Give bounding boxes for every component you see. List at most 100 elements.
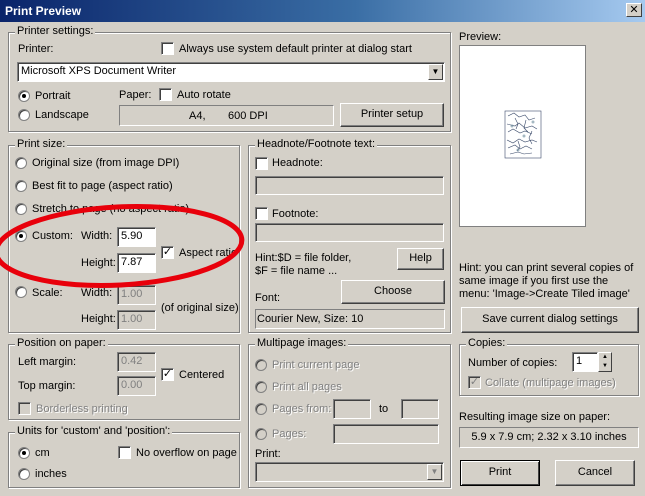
printer-setup-button[interactable]: Printer setup <box>340 103 444 127</box>
borderless-checkbox[interactable] <box>18 402 31 415</box>
cancel-button[interactable]: Cancel <box>555 460 635 486</box>
original-size-radio[interactable] <box>15 157 27 169</box>
scale-label: Scale: <box>32 287 63 299</box>
aspect-ratio-checkbox[interactable]: ✓ <box>161 246 174 259</box>
top-margin-label: Top margin: <box>18 380 76 392</box>
chevron-down-icon[interactable]: ▼ <box>427 464 442 480</box>
pages-input[interactable] <box>333 424 439 444</box>
cm-radio[interactable] <box>18 447 30 459</box>
font-label: Font: <box>255 292 281 304</box>
printer-settings-label: Printer settings: <box>15 25 96 37</box>
scale-radio[interactable] <box>15 286 27 298</box>
copies-number-label: Number of copies: <box>468 357 558 369</box>
custom-height-label: Height: <box>81 257 116 269</box>
stretch-radio[interactable] <box>15 203 27 215</box>
collate-label: Collate (multipage images) <box>485 377 616 389</box>
always-default-checkbox[interactable] <box>161 42 174 55</box>
choose-font-button[interactable]: Choose <box>341 280 445 304</box>
printer-select[interactable]: Microsoft XPS Document Writer ▼ <box>17 62 445 82</box>
paper-size: A4, <box>189 110 206 122</box>
printer-label: Printer: <box>18 43 54 55</box>
custom-width-input[interactable]: 5.90 <box>117 227 156 247</box>
centered-checkbox[interactable]: ✓ <box>161 368 174 381</box>
window-title: Print Preview <box>5 4 82 18</box>
paper-info: A4, 600 DPI <box>119 105 334 126</box>
print-current-radio[interactable] <box>255 359 267 371</box>
original-size-label: Original size (from image DPI) <box>32 157 180 169</box>
pages-to-label: to <box>379 403 389 415</box>
inches-radio[interactable] <box>18 468 30 480</box>
hint-line1: Hint:$D = file folder, <box>255 252 352 264</box>
footnote-input[interactable] <box>255 223 444 242</box>
auto-rotate-checkbox[interactable] <box>159 88 172 101</box>
stretch-label: Stretch to page (no aspect ratio) <box>32 203 190 215</box>
pages-to-input[interactable] <box>401 399 439 419</box>
portrait-radio[interactable] <box>18 90 30 102</box>
scale-height-input[interactable]: 1.00 <box>117 310 156 330</box>
headnote-group-label: Headnote/Footnote text: <box>255 138 378 150</box>
custom-width-label: Width: <box>81 230 113 242</box>
multipage-group-label: Multipage images: <box>255 337 349 349</box>
font-value: Courier New, Size: 10 <box>255 309 445 329</box>
pages-radio[interactable] <box>255 428 267 440</box>
best-fit-radio[interactable] <box>15 180 27 192</box>
inches-label: inches <box>35 468 67 480</box>
scale-width-label: Width: <box>81 287 113 299</box>
printer-select-value: Microsoft XPS Document Writer <box>21 65 177 77</box>
top-margin-input[interactable]: 0.00 <box>117 376 156 396</box>
copies-group-label: Copies: <box>466 337 508 349</box>
pages-from-radio[interactable] <box>255 403 267 415</box>
preview-label: Preview: <box>459 31 502 43</box>
result-label: Resulting image size on paper: <box>459 411 611 423</box>
collate-checkbox[interactable]: ✓ <box>468 376 481 389</box>
of-original-label: (of original size) <box>161 302 239 314</box>
print-select[interactable]: ▼ <box>255 462 444 482</box>
cm-label: cm <box>35 447 50 459</box>
borderless-label: Borderless printing <box>36 403 128 415</box>
pages-label: Pages: <box>272 428 307 440</box>
paper-dpi: 600 DPI <box>228 110 268 122</box>
close-button[interactable]: ✕ <box>626 3 642 17</box>
result-value-text: 5.9 x 7.9 cm; 2.32 x 3.10 inches <box>471 431 627 443</box>
footnote-label: Footnote: <box>272 208 319 220</box>
always-default-label: Always use system default printer at dia… <box>179 43 412 55</box>
no-overflow-label: No overflow on page <box>136 447 237 459</box>
print-all-label: Print all pages <box>272 381 342 393</box>
scale-width-input[interactable]: 1.00 <box>117 285 156 305</box>
save-settings-button[interactable]: Save current dialog settings <box>461 307 639 333</box>
aspect-ratio-label: Aspect ratio <box>179 247 238 259</box>
footnote-checkbox[interactable] <box>255 207 268 220</box>
copies-number-input[interactable]: 1 <box>572 352 598 372</box>
print-size-label: Print size: <box>15 138 68 150</box>
custom-height-input[interactable]: 7.87 <box>117 253 156 273</box>
custom-radio[interactable] <box>15 230 27 242</box>
pages-from-label: Pages from: <box>272 403 332 415</box>
font-value-text: Courier New, Size: 10 <box>257 313 364 325</box>
paper-label: Paper: <box>119 89 152 101</box>
headnote-checkbox[interactable] <box>255 157 268 170</box>
auto-rotate-label: Auto rotate <box>177 89 231 101</box>
left-margin-label: Left margin: <box>18 356 77 368</box>
print-current-label: Print current page <box>272 359 360 371</box>
help-button[interactable]: Help <box>397 248 444 270</box>
scale-height-label: Height: <box>81 313 116 325</box>
best-fit-label: Best fit to page (aspect ratio) <box>32 180 173 192</box>
landscape-radio[interactable] <box>18 109 30 121</box>
hint-line2: $F = file name ... <box>255 265 338 277</box>
preview-image-thumbnail <box>504 110 542 159</box>
pages-from-input[interactable] <box>333 399 371 419</box>
headnote-input[interactable] <box>255 176 444 195</box>
no-overflow-checkbox[interactable] <box>118 446 131 459</box>
left-margin-input[interactable]: 0.42 <box>117 352 156 372</box>
print-all-radio[interactable] <box>255 381 267 393</box>
custom-label: Custom: <box>32 230 73 242</box>
print-button[interactable]: Print <box>460 460 540 486</box>
chevron-down-icon[interactable]: ▼ <box>428 64 443 80</box>
print-select-label: Print: <box>255 448 281 460</box>
copies-spinner[interactable]: ▲ ▼ <box>598 352 612 372</box>
centered-label: Centered <box>179 369 225 381</box>
result-value: 5.9 x 7.9 cm; 2.32 x 3.10 inches <box>459 427 639 448</box>
preview-pane <box>459 45 586 227</box>
headnote-label: Headnote: <box>272 157 323 169</box>
portrait-label: Portrait <box>35 90 71 102</box>
